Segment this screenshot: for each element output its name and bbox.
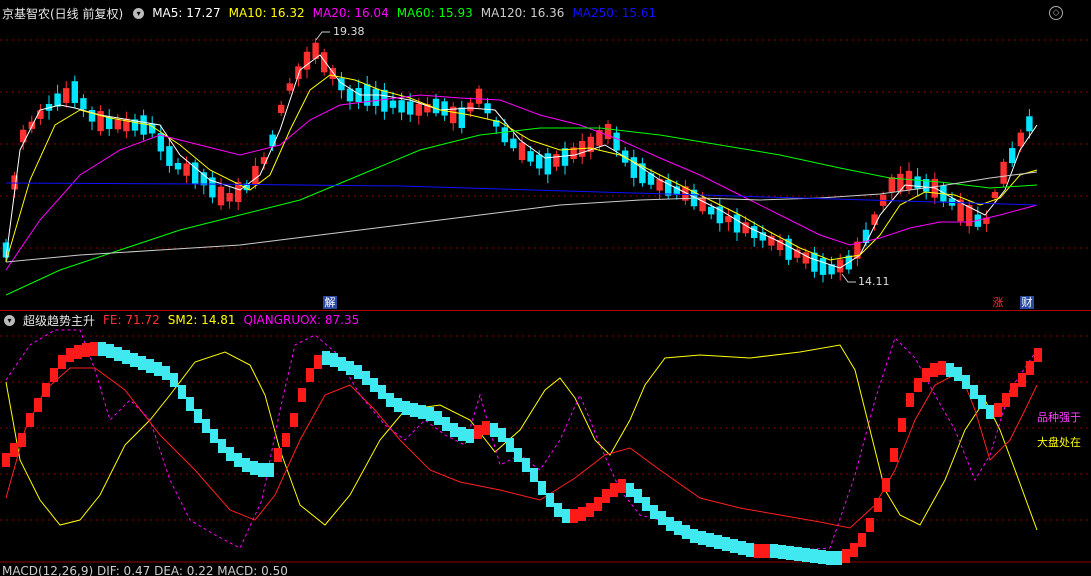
trend-step-blocks xyxy=(2,342,1042,565)
super-trend-indicator-chart[interactable] xyxy=(0,0,1091,574)
dapan-label: 大盘处在 xyxy=(1037,436,1081,449)
pinzhong-label: 品种强于 xyxy=(1037,411,1081,424)
